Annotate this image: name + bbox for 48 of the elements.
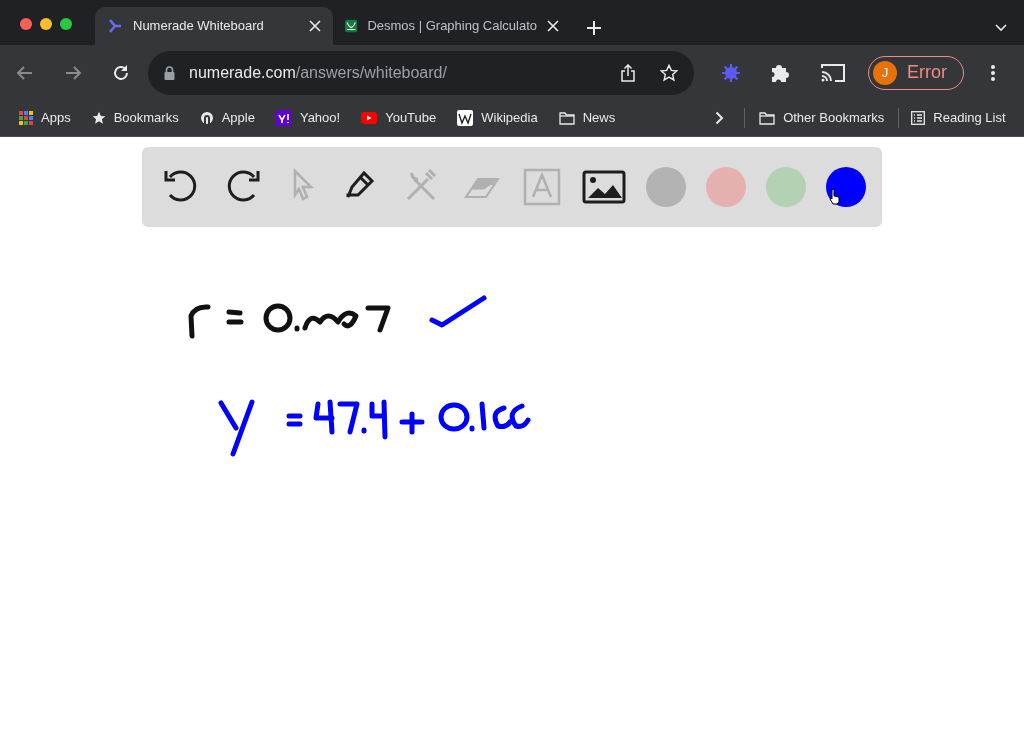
folder-icon [759, 111, 776, 125]
bookmark-item[interactable]: News [558, 108, 616, 128]
folder-icon [558, 111, 575, 125]
color-swatch[interactable] [646, 167, 686, 207]
address-bar[interactable]: numerade.com/answers/whiteboard/ [148, 50, 694, 95]
bookmark-item[interactable]: Apple [199, 108, 255, 128]
browser-tab[interactable]: Numerade Whiteboard [95, 7, 333, 45]
url-text: numerade.com/answers/whiteboard/ [189, 62, 447, 83]
video-play-icon [361, 112, 378, 124]
new-tab-icon[interactable] [586, 20, 602, 36]
cast-icon[interactable] [820, 62, 846, 83]
bookmark-item[interactable]: Yahoo! [275, 108, 341, 128]
apps-grid-icon [19, 111, 33, 125]
color-swatch[interactable] [706, 167, 746, 207]
chevron-right-icon[interactable] [715, 111, 725, 125]
gear-icon[interactable] [722, 63, 740, 82]
tab-title: Numerade Whiteboard [133, 17, 264, 36]
hand-cursor-icon [829, 189, 841, 205]
star-icon[interactable] [660, 63, 678, 82]
browser-tab[interactable]: Desmos | Graphing Calculato [333, 7, 571, 45]
w-logo-icon [457, 110, 474, 126]
bookmark-item[interactable]: YouTube [361, 108, 437, 128]
profile-status: Error [907, 61, 947, 84]
bookmark-item[interactable]: Bookmarks [91, 108, 179, 128]
avatar-initial: J [873, 60, 897, 85]
lock-icon [164, 65, 175, 80]
color-swatch[interactable] [826, 167, 866, 207]
close-icon[interactable] [309, 20, 321, 32]
bookmark-item[interactable]: Wikipedia [457, 108, 538, 128]
color-swatch[interactable] [766, 167, 806, 207]
network-logo-icon [107, 18, 123, 34]
close-window-button[interactable] [20, 18, 32, 30]
bookmark-item[interactable]: Apps [19, 108, 71, 128]
close-icon[interactable] [547, 20, 559, 32]
zoom-window-button[interactable] [60, 18, 72, 30]
menu-icon[interactable] [990, 63, 996, 82]
list-icon [911, 111, 926, 125]
graph-logo-icon [345, 17, 358, 35]
tab-title: Desmos | Graphing Calculato [367, 17, 537, 36]
minimize-window-button[interactable] [40, 18, 52, 30]
globe-icon [199, 111, 214, 125]
checkmark-drawing [429, 295, 487, 328]
star-icon [91, 111, 106, 125]
bookmark-item[interactable]: Other Bookmarks [759, 108, 885, 128]
chevron-down-icon[interactable] [995, 24, 1007, 32]
bookmark-item[interactable]: Reading List [911, 108, 1006, 128]
yahoo-icon [275, 110, 292, 126]
share-icon[interactable] [620, 63, 636, 82]
